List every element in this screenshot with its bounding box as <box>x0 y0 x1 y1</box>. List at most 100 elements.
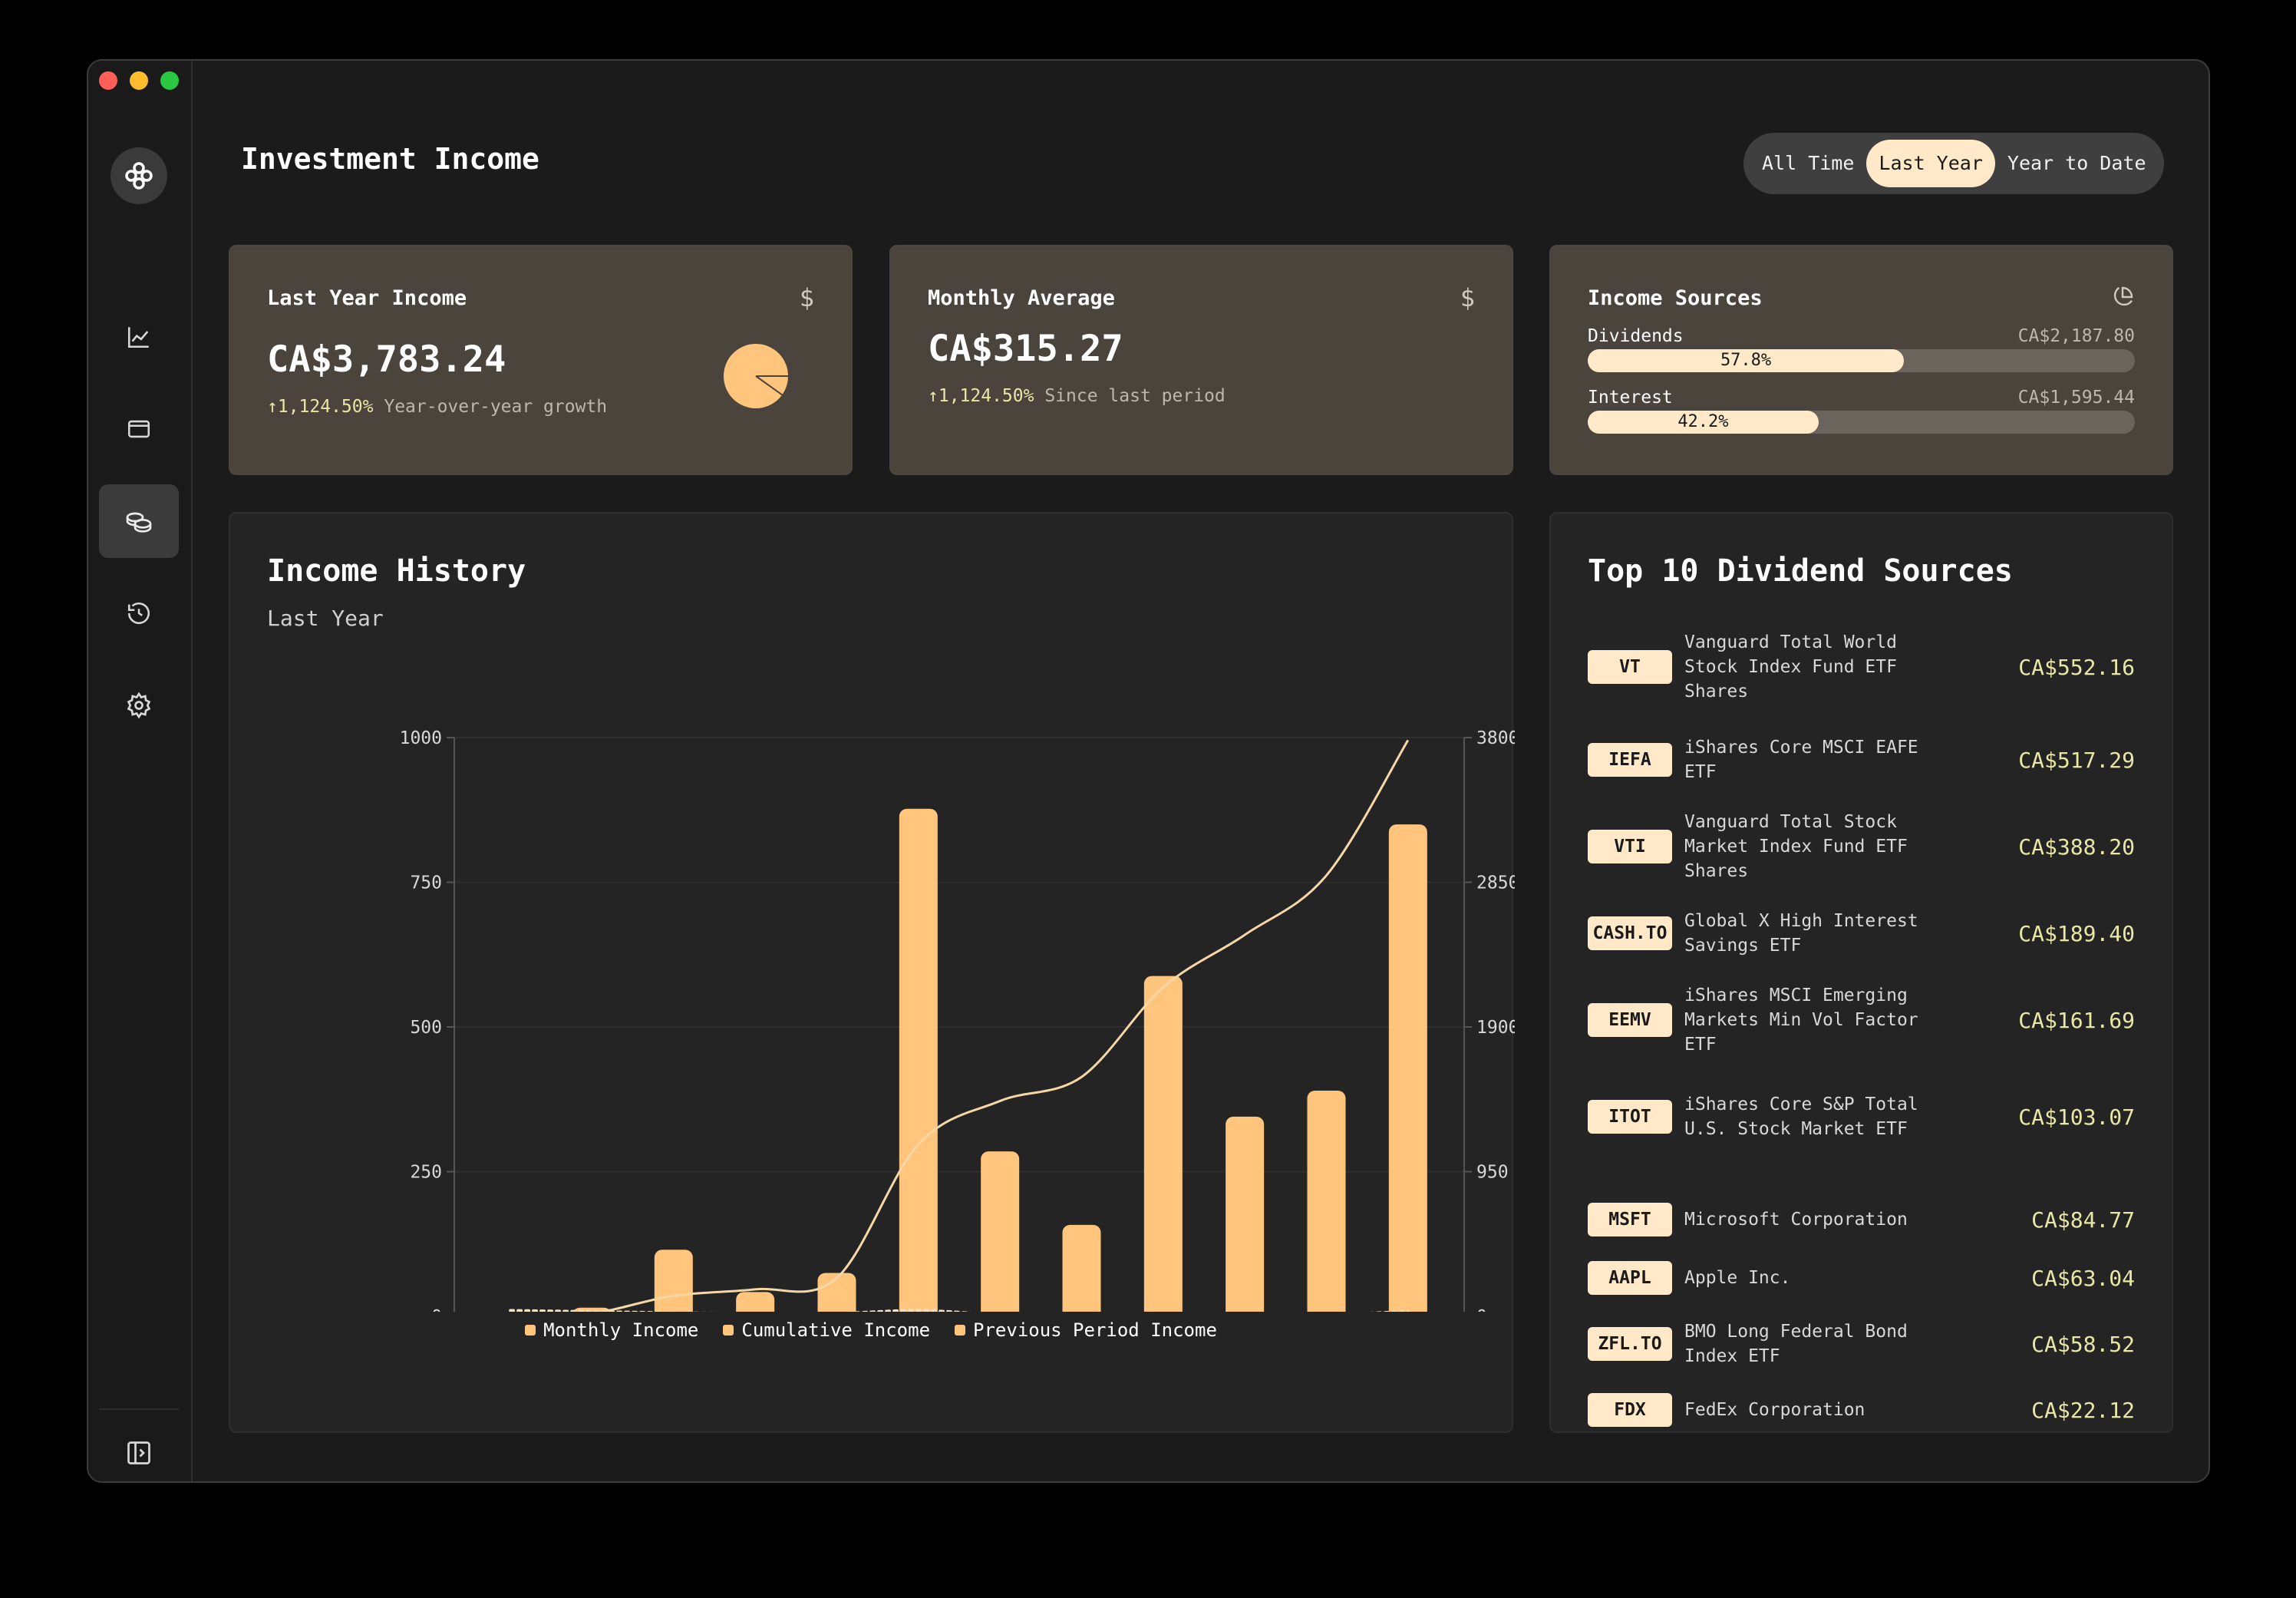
nav-dashboard[interactable] <box>99 300 179 374</box>
range-all-time-button[interactable]: All Time <box>1750 140 1866 187</box>
y-right-tick-label: 3800 <box>1476 728 1515 748</box>
dividend-amount: CA$517.29 <box>2018 747 2135 773</box>
legend-swatch <box>955 1325 966 1336</box>
dividend-row[interactable]: CASH.TO Global X High Interest Savings ET… <box>1588 909 2135 958</box>
sidebar-divider <box>99 1408 179 1410</box>
chart-line-icon <box>127 327 149 348</box>
bar-monthly-income <box>1226 1116 1265 1312</box>
pie-chart-icon <box>2113 286 2133 306</box>
range-year-to-date-button[interactable]: Year to Date <box>1995 140 2159 187</box>
income-history-chart: 1000750500250038002850190095002023-02202… <box>400 728 1515 1312</box>
nav-income[interactable] <box>99 484 179 558</box>
growth-change: ↑1,124.50% <box>267 397 374 417</box>
page-title: Investment Income <box>241 142 539 176</box>
income-value: CA$3,783.24 <box>267 338 506 381</box>
history-icon <box>127 603 150 625</box>
dividend-row[interactable]: AAPL Apple Inc. CA$63.04 <box>1588 1261 2135 1295</box>
legend-cumulative-income[interactable]: Cumulative Income <box>723 1319 930 1341</box>
source-amount: CA$1,595.44 <box>2017 388 2135 408</box>
security-name: Microsoft Corporation <box>1684 1210 1908 1230</box>
y-left-tick-label: 750 <box>410 873 442 893</box>
dividend-row[interactable]: IEFA iShares Core MSCI EAFE ETF CA$517.29 <box>1588 735 2135 784</box>
range-last-year-button[interactable]: Last Year <box>1866 140 1995 187</box>
ticker-badge: ITOT <box>1588 1100 1672 1134</box>
legend-label: Cumulative Income <box>741 1319 931 1341</box>
sidebar <box>88 61 193 1481</box>
security-name: iShares Core MSCI EAFE ETF <box>1684 738 1918 782</box>
logo-icon[interactable] <box>111 147 167 204</box>
bar-monthly-income <box>736 1292 775 1312</box>
ticker-badge: ZFL.TO <box>1588 1327 1672 1361</box>
line-previous-period-income <box>509 1309 1410 1312</box>
security-name: iShares MSCI Emerging Markets Min Vol Fa… <box>1684 986 1918 1055</box>
y-right-tick-label: 950 <box>1476 1163 1509 1183</box>
average-change-text: Since last period <box>1044 386 1226 406</box>
dividend-amount: CA$388.20 <box>2018 834 2135 860</box>
dollar-icon: $ <box>1460 283 1475 312</box>
y-left-tick-label: 0 <box>431 1307 442 1312</box>
top-dividends-panel: Top 10 Dividend Sources VT Vanguard Total… <box>1549 512 2173 1433</box>
security-name: Vanguard Total World Stock Index Fund ET… <box>1684 632 1897 702</box>
dollar-icon: $ <box>799 283 814 312</box>
dividend-row[interactable]: ZFL.TO BMO Long Federal Bond Index ETF CA$… <box>1588 1319 2135 1369</box>
ticker-badge: AAPL <box>1588 1261 1672 1295</box>
y-right-tick-label: 2850 <box>1476 873 1515 893</box>
security-name: Global X High Interest Savings ETF <box>1684 911 1918 956</box>
source-name: Interest <box>1588 388 1673 408</box>
y-right-tick-label: 1900 <box>1476 1018 1515 1038</box>
card-label: Income Sources <box>1588 286 1763 310</box>
dividend-amount: CA$552.16 <box>2018 654 2135 680</box>
zoom-window-button[interactable] <box>160 71 179 90</box>
window-controls <box>99 71 179 90</box>
dividend-row[interactable]: EEMV iShares MSCI Emerging Markets Min Vo… <box>1588 983 2135 1057</box>
nav-history[interactable] <box>99 576 179 650</box>
security-name: Apple Inc. <box>1684 1268 1791 1288</box>
close-window-button[interactable] <box>99 71 117 90</box>
chart-legend: Monthly Income Cumulative Income Previou… <box>230 1319 1512 1341</box>
dividend-amount: CA$103.07 <box>2018 1104 2135 1130</box>
dividend-row[interactable]: FDX FedEx Corporation CA$22.12 <box>1588 1393 2135 1427</box>
ticker-badge: VT <box>1588 650 1672 684</box>
source-bar-fill: 57.8% <box>1588 349 1905 372</box>
legend-swatch <box>723 1325 734 1336</box>
legend-previous-period-income[interactable]: Previous Period Income <box>955 1319 1217 1341</box>
average-change: ↑1,124.50% Since last period <box>928 386 1226 406</box>
wallet-icon <box>127 420 150 438</box>
minimize-window-button[interactable] <box>130 71 148 90</box>
ticker-badge: MSFT <box>1588 1203 1672 1236</box>
sidebar-toggle-button[interactable] <box>99 1422 179 1481</box>
average-value: CA$315.27 <box>928 328 1123 370</box>
bar-monthly-income <box>1307 1090 1346 1312</box>
dividend-amount: CA$189.40 <box>2018 920 2135 946</box>
ticker-badge: IEFA <box>1588 743 1672 777</box>
bar-monthly-income <box>1062 1224 1101 1312</box>
dividend-amount: CA$63.04 <box>2031 1265 2135 1291</box>
source-amount: CA$2,187.80 <box>2017 326 2135 346</box>
income-history-panel: Income History Last Year 100075050025003… <box>229 512 1515 1433</box>
dividend-amount: CA$58.52 <box>2031 1331 2135 1357</box>
source-name: Dividends <box>1588 326 1684 346</box>
gear-icon <box>127 692 151 719</box>
dividend-amount: CA$84.77 <box>2031 1207 2135 1233</box>
dividend-row[interactable]: VT Vanguard Total World Stock Index Fund … <box>1588 630 2135 704</box>
income-sources-card: Income Sources Dividends CA$2,187.80 57.… <box>1549 245 2173 475</box>
panel-title: Top 10 Dividend Sources <box>1588 553 2013 589</box>
ticker-badge: EEMV <box>1588 1003 1672 1037</box>
income-split-pie <box>724 344 788 408</box>
y-left-tick-label: 1000 <box>400 728 442 748</box>
security-name: FedEx Corporation <box>1684 1400 1866 1420</box>
dividend-row[interactable]: MSFT Microsoft Corporation CA$84.77 <box>1588 1203 2135 1236</box>
dividend-row[interactable]: ITOT iShares Core S&P Total U.S. Stock Ma… <box>1588 1092 2135 1141</box>
income-growth: ↑1,124.50% Year-over-year growth <box>267 397 607 417</box>
dividend-amount: CA$22.12 <box>2031 1397 2135 1423</box>
nav-settings[interactable] <box>99 669 179 742</box>
y-left-tick-label: 500 <box>410 1018 442 1038</box>
legend-monthly-income[interactable]: Monthly Income <box>525 1319 698 1341</box>
dividend-row[interactable]: VTI Vanguard Total Stock Market Index Fun… <box>1588 810 2135 883</box>
monthly-average-card: Monthly Average $ CA$315.27 ↑1,124.50% S… <box>889 245 1513 475</box>
source-bar: 42.2% <box>1588 411 2135 434</box>
legend-label: Previous Period Income <box>973 1319 1217 1341</box>
growth-text: Year-over-year growth <box>384 397 608 417</box>
y-right-tick-label: 0 <box>1476 1307 1487 1312</box>
nav-accounts[interactable] <box>99 392 179 466</box>
